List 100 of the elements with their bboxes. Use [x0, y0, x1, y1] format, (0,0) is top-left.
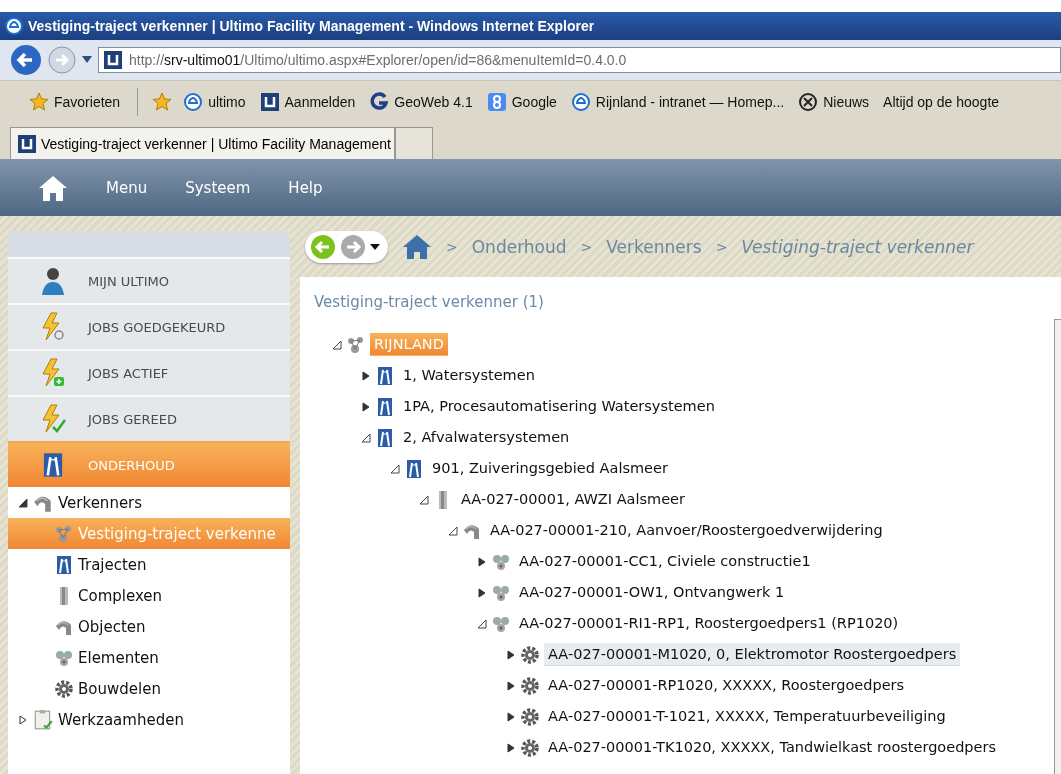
- nav-tree-item[interactable]: Trajecten: [8, 549, 290, 580]
- favorite-link[interactable]: Altijd op de hoogte: [880, 92, 1003, 112]
- tree-node[interactable]: AA-027-00001-OW1, Ontvangwerk 1: [515, 581, 789, 604]
- nav-tree-group[interactable]: Werkzaamheden: [8, 704, 290, 735]
- item-label: Elementen: [78, 648, 159, 667]
- breadcrumb-separator: >: [580, 238, 593, 255]
- breadcrumb-separator: >: [715, 238, 728, 255]
- browser-tab[interactable]: Vestiging-traject verkenner | Ultimo Facility Management: [10, 127, 395, 159]
- collapse-arrow-icon[interactable]: [448, 525, 458, 536]
- panel-title: Vestiging-traject verkenner (1): [314, 293, 545, 311]
- favorite-link[interactable]: GeoWeb 4.1: [366, 90, 476, 114]
- sidebar-item[interactable]: MIJN ULTIMO: [8, 257, 290, 303]
- expand-arrow-icon[interactable]: [506, 649, 516, 660]
- tree-node[interactable]: AA-027-00001-M1020, 0, Elektromotor Roostergoedpers: [544, 643, 961, 666]
- bolt-check-icon: [40, 404, 66, 434]
- collapse-arrow-icon[interactable]: [390, 463, 400, 474]
- road-icon: [375, 427, 395, 448]
- globe-e-icon: [570, 92, 591, 112]
- expand-arrow-icon[interactable]: [18, 714, 28, 725]
- nav-tree-item[interactable]: Complexen: [8, 580, 290, 611]
- home-icon[interactable]: [402, 233, 432, 260]
- item-label: Bouwdelen: [78, 679, 161, 698]
- expand-arrow-icon[interactable]: [477, 587, 487, 598]
- address-field[interactable]: http://srv-ultimo01/Ultimo/ultimo.aspx#Explorer/open/id=86&menuItemId=0.4.0.0: [98, 47, 1061, 73]
- star-icon: [152, 92, 173, 112]
- g-logo-icon: [369, 92, 390, 112]
- menu-item[interactable]: Systeem: [185, 178, 251, 197]
- expand-arrow-icon[interactable]: [506, 680, 516, 691]
- favorite-link[interactable]: Rijnland - intranet — Homep...: [567, 90, 788, 114]
- road-icon: [375, 365, 395, 386]
- window-title: Vestiging-traject verkenner | Ultimo Facility Management - Windows Internet Explorer: [28, 18, 595, 34]
- nav-tree-item[interactable]: Bouwdelen: [8, 673, 290, 704]
- person-icon: [40, 266, 66, 296]
- nav-tree-item[interactable]: Objecten: [8, 611, 290, 642]
- expand-arrow-icon[interactable]: [361, 370, 371, 381]
- favorite-link[interactable]: Aanmelden: [256, 90, 359, 114]
- collapse-arrow-icon[interactable]: [332, 339, 342, 350]
- network-icon: [346, 334, 366, 355]
- gear-icon: [520, 644, 540, 665]
- favorite-link[interactable]: Google: [483, 90, 560, 114]
- gear-icon: [520, 737, 540, 758]
- nav-tree-group[interactable]: Verkenners: [8, 487, 290, 518]
- item-label: Complexen: [78, 586, 163, 605]
- globe-e-icon: [183, 92, 204, 112]
- back-button[interactable]: [10, 44, 42, 76]
- bolt-search-icon: [40, 312, 66, 342]
- u-logo-icon: [259, 92, 280, 112]
- u-logo-icon: [17, 133, 37, 154]
- menu-item[interactable]: Help: [288, 178, 323, 197]
- scrollbar[interactable]: [1054, 319, 1061, 774]
- dropdown-icon[interactable]: [370, 243, 380, 250]
- expand-arrow-icon[interactable]: [506, 742, 516, 753]
- expand-arrow-icon[interactable]: [361, 401, 371, 412]
- gear-icon: [520, 675, 540, 696]
- collapse-arrow-icon[interactable]: [419, 494, 429, 505]
- clipboard-icon: [32, 708, 54, 731]
- tile-logo-icon: [486, 92, 507, 112]
- tree-node[interactable]: AA-027-00001-CC1, Civiele constructie1: [515, 550, 815, 573]
- breadcrumb-separator: >: [446, 238, 458, 255]
- gear-icon: [520, 706, 540, 727]
- favorite-link[interactable]: Favorieten: [26, 90, 124, 114]
- dropdown-icon[interactable]: [82, 56, 92, 64]
- tree-node[interactable]: AA-027-00001-T-1021, XXXXX, Temperatuurbeveiliging: [544, 705, 950, 728]
- menu-item[interactable]: Menu: [106, 178, 148, 197]
- group-label: Werkzaamheden: [58, 710, 184, 729]
- tree-node[interactable]: AA-027-00001-210, Aanvoer/Roostergoedverwijdering: [486, 519, 887, 542]
- expand-arrow-icon[interactable]: [506, 711, 516, 722]
- road-icon: [404, 458, 424, 479]
- u-logo-icon: [103, 50, 123, 70]
- tree-node[interactable]: 2, Afvalwatersystemen: [399, 426, 574, 449]
- favorite-link[interactable]: ultimo: [180, 90, 249, 114]
- sidebar-item[interactable]: JOBS GOEDGEKEURD: [8, 303, 290, 349]
- sidebar-item[interactable]: JOBS GEREED: [8, 395, 290, 441]
- tree-node[interactable]: 901, Zuiveringsgebied Aalsmeer: [428, 457, 672, 480]
- item-label: Trajecten: [78, 555, 147, 574]
- tree-node[interactable]: AA-027-00001-RP1020, XXXXX, Roostergoedpers: [544, 674, 909, 697]
- tree-node[interactable]: 1, Watersystemen: [399, 364, 539, 387]
- gear-icon: [54, 678, 74, 699]
- star-icon: [29, 92, 49, 112]
- collapse-arrow-icon[interactable]: [361, 432, 371, 443]
- favorite-link[interactable]: Nieuws: [795, 90, 873, 114]
- network-icon: [54, 523, 74, 544]
- item-label: Vestiging-traject verkenne: [78, 524, 276, 543]
- group-label: Verkenners: [58, 493, 143, 512]
- road-icon: [54, 554, 74, 575]
- bolt-plus-icon: [40, 358, 66, 388]
- tree-node[interactable]: AA-027-00001, AWZI Aalsmeer: [457, 488, 689, 511]
- forward-button[interactable]: [48, 46, 76, 74]
- home-icon[interactable]: [38, 173, 68, 202]
- collapse-arrow-icon[interactable]: [477, 618, 487, 629]
- nav-tree-item[interactable]: Elementen: [8, 642, 290, 673]
- expand-arrow-icon[interactable]: [477, 556, 487, 567]
- tree-node[interactable]: 1PA, Procesautomatisering Watersystemen: [399, 395, 719, 418]
- item-label: Objecten: [78, 617, 146, 636]
- tree-node[interactable]: AA-027-00001-RI1-RP1, Roostergoedpers1 (RP1020): [515, 612, 903, 635]
- sidebar-item[interactable]: JOBS ACTIEF: [8, 349, 290, 395]
- road-icon: [375, 396, 395, 417]
- collapse-arrow-icon[interactable]: [18, 497, 28, 508]
- tree-node[interactable]: AA-027-00001-TK1020, XXXXX, Tandwielkast roostergoedpers: [544, 736, 1000, 759]
- globe-e-icon: [4, 16, 24, 36]
